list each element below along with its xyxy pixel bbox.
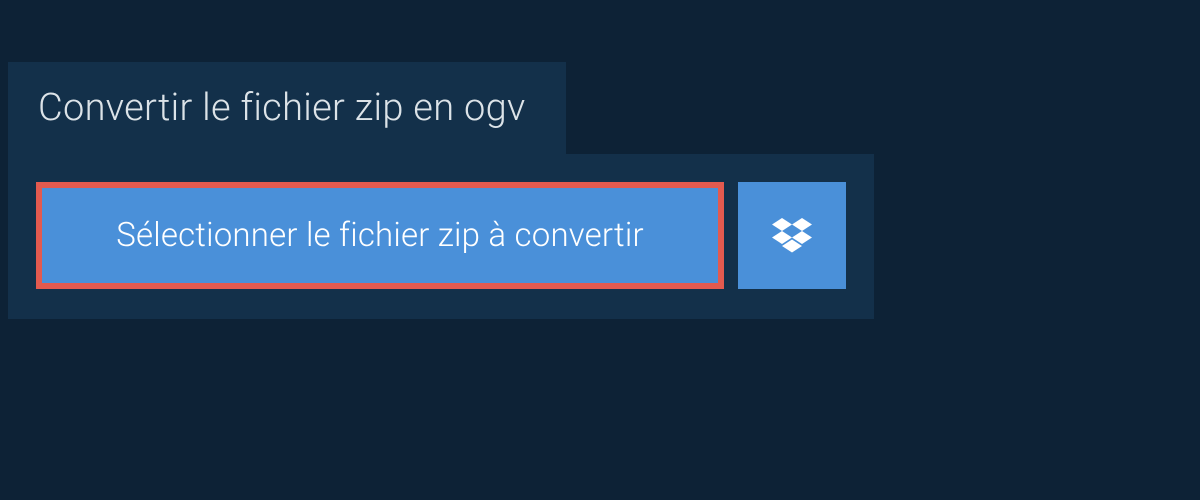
select-file-label: Sélectionner le fichier zip à convertir — [116, 216, 644, 255]
content-panel: Sélectionner le fichier zip à convertir — [8, 154, 874, 319]
tab-header: Convertir le fichier zip en ogv — [8, 62, 566, 154]
button-row: Sélectionner le fichier zip à convertir — [36, 182, 846, 289]
select-file-button[interactable]: Sélectionner le fichier zip à convertir — [36, 182, 724, 289]
tab-title: Convertir le fichier zip en ogv — [38, 86, 526, 130]
dropbox-icon — [772, 218, 812, 254]
dropbox-button[interactable] — [738, 182, 846, 289]
